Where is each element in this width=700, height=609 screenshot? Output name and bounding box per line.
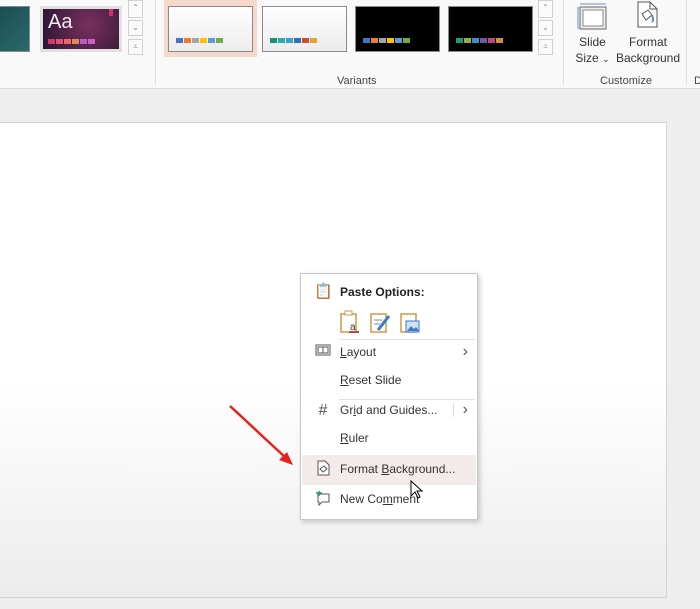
menu-item-label: Ruler <box>340 431 369 445</box>
paste-use-destination-theme-icon[interactable]: a <box>339 310 361 334</box>
label-part: d and Guides... <box>356 403 438 417</box>
menu-item-label: Format Background... <box>340 462 455 476</box>
context-menu: 📋 Paste Options: a Layout › Reset Slide # Gr… <box>300 273 478 520</box>
menu-item-label: Layout <box>340 345 376 359</box>
menu-item-format-background[interactable]: Format Background... <box>302 455 476 485</box>
label-part: Format <box>340 462 382 476</box>
paste-options-label: Paste Options: <box>340 285 425 299</box>
access-key: R <box>340 431 349 445</box>
access-key: R <box>340 373 349 387</box>
menu-item-label: Grid and Guides... <box>340 403 437 417</box>
paste-icon: 📋 <box>314 283 333 300</box>
label-part: uler <box>348 431 369 445</box>
paste-picture-icon[interactable] <box>399 310 421 334</box>
format-background-icon <box>314 455 332 480</box>
access-key: m <box>382 492 393 506</box>
menu-item-layout[interactable]: Layout › <box>302 338 476 366</box>
chevron-right-icon: › <box>462 401 468 418</box>
menu-item-reset-slide[interactable]: Reset Slide <box>302 366 476 394</box>
menu-item-grid-and-guides[interactable]: # Grid and Guides... › <box>302 396 476 424</box>
menu-item-ruler[interactable]: Ruler <box>302 424 476 452</box>
mouse-cursor-icon <box>410 480 424 499</box>
label-part: Gr <box>340 403 354 417</box>
label-part: ayout <box>346 345 377 359</box>
split-divider <box>453 403 454 417</box>
menu-item-new-comment[interactable]: New Comment <box>302 485 476 513</box>
new-comment-icon <box>314 485 332 510</box>
label-part: New Co <box>340 492 383 506</box>
menu-item-label: Reset Slide <box>340 373 401 387</box>
layout-icon <box>314 338 332 361</box>
access-key: L <box>340 345 347 359</box>
paste-keep-source-formatting-icon[interactable] <box>369 310 391 334</box>
label-part: ackground... <box>389 462 456 476</box>
chevron-right-icon: › <box>462 343 468 360</box>
menu-item-label: New Comment <box>340 492 419 506</box>
label-part: eset Slide <box>348 373 402 387</box>
grid-icon: # <box>318 402 328 419</box>
